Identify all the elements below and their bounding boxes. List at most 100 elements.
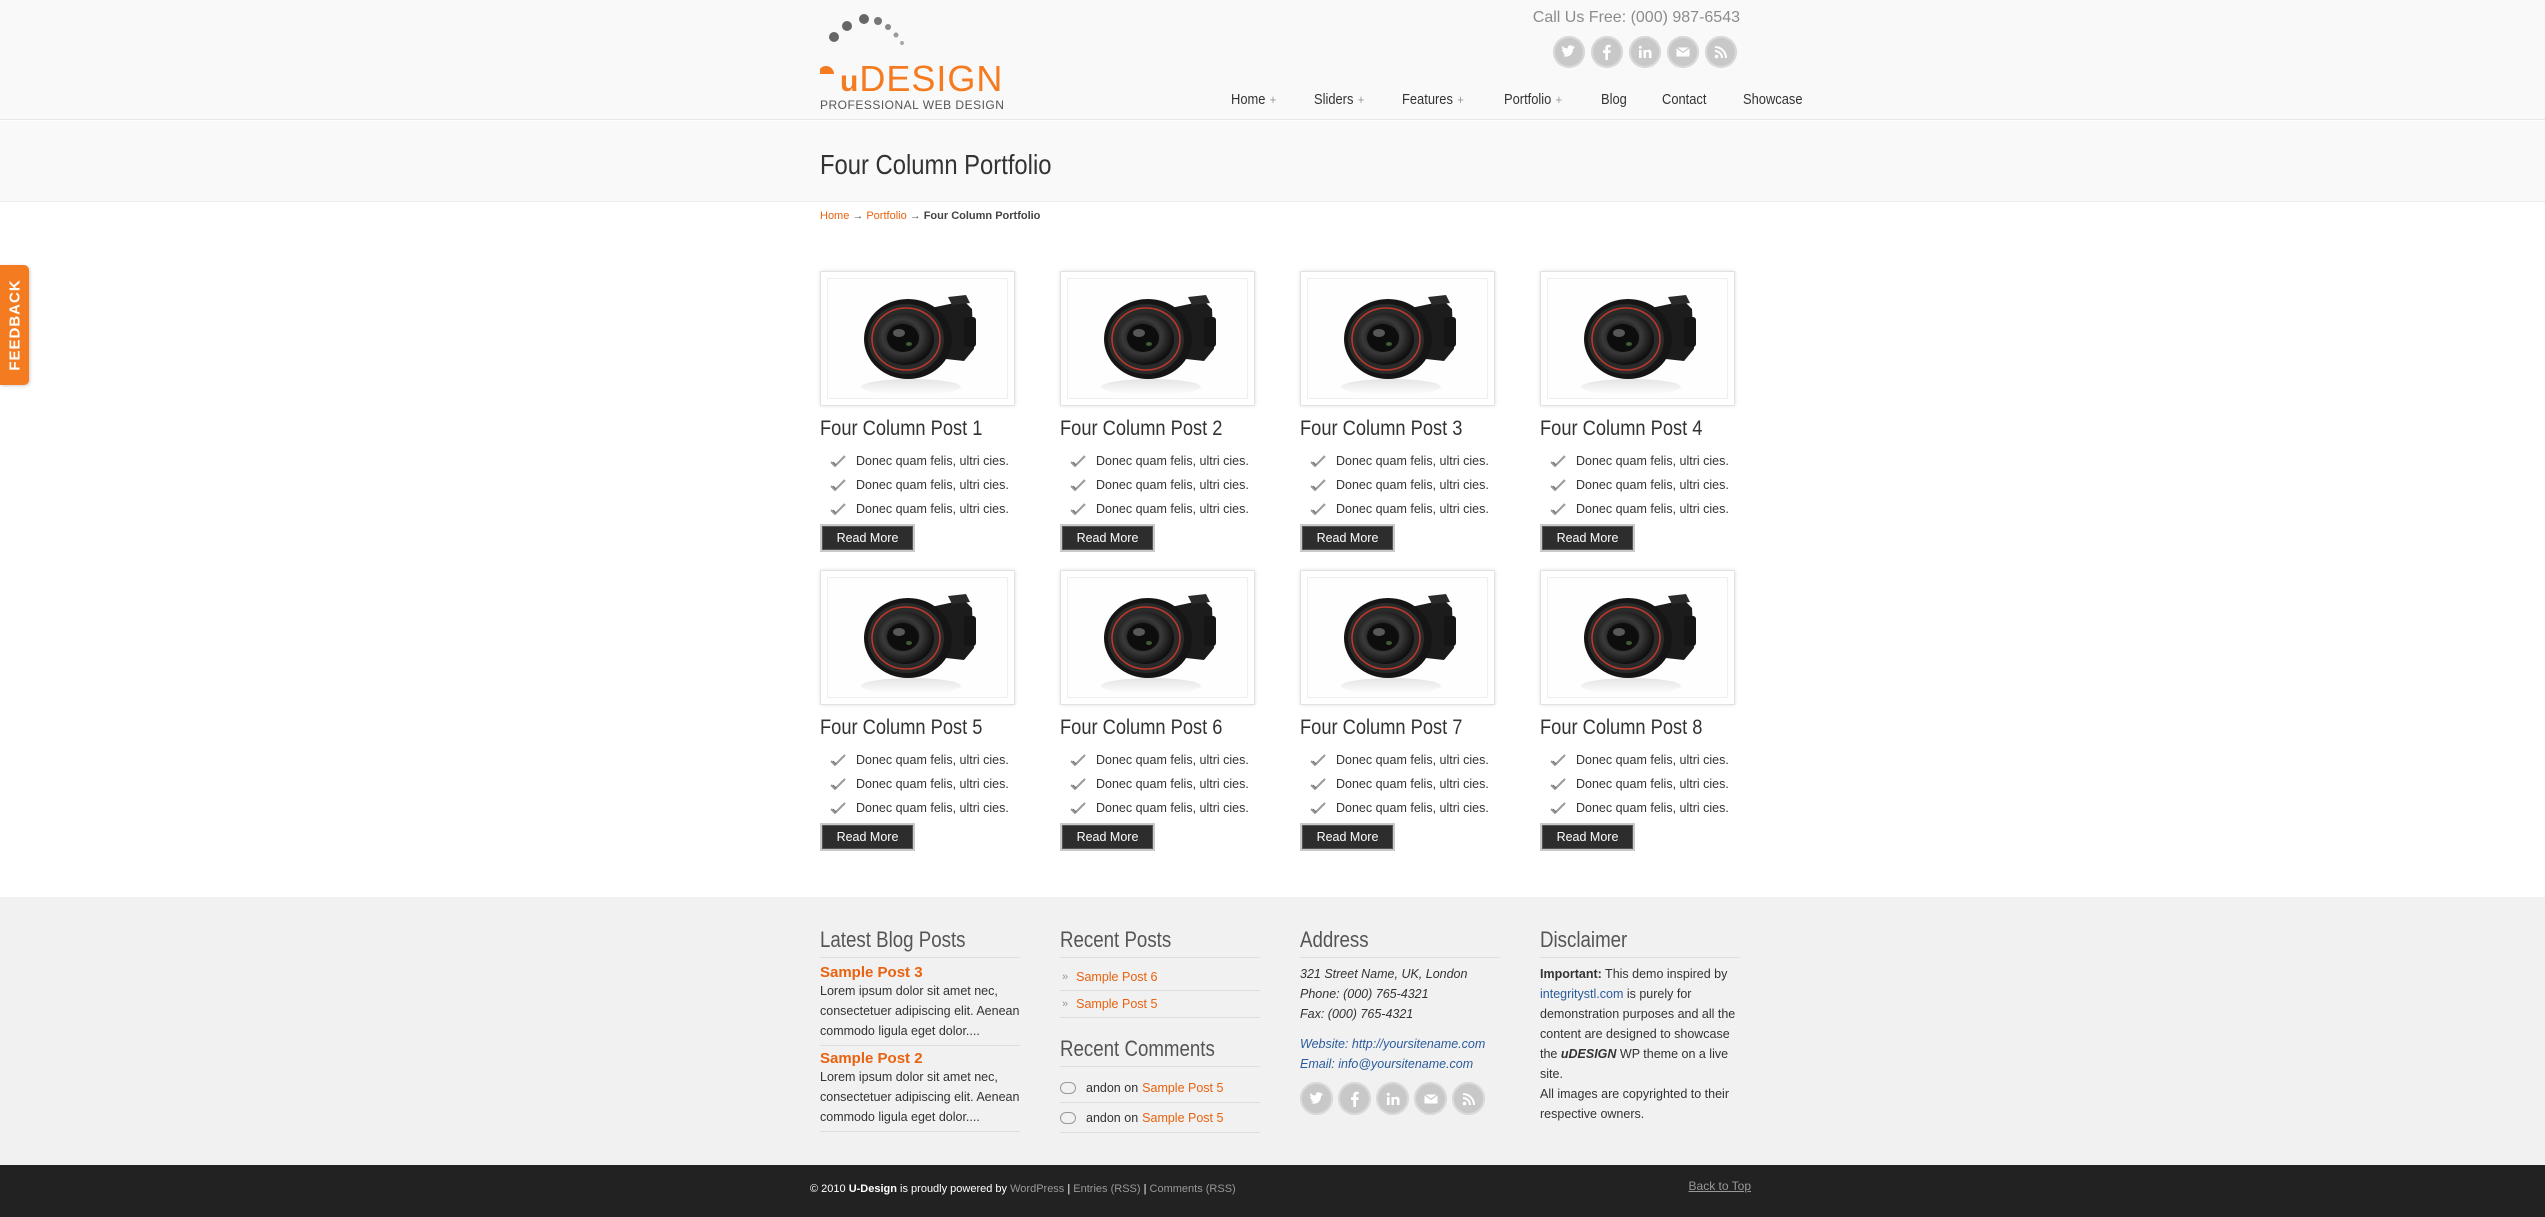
checkmark-icon: [1070, 479, 1086, 492]
checkmark-icon: [830, 802, 846, 815]
breadcrumb-arrow-icon: →: [909, 210, 921, 222]
footer-bottom-bar: © 2010 U-Design is proudly powered by Wo…: [0, 1165, 2545, 1217]
disclaimer-link[interactable]: integritystl.com: [1540, 987, 1623, 1001]
double-arrow-icon: »: [1062, 998, 1069, 1010]
address-website-link[interactable]: Website: http://yoursitename.com: [1300, 1034, 1500, 1054]
email-icon[interactable]: [1414, 1082, 1447, 1115]
bullet-text: Donec quam felis, ultri cies.: [1336, 502, 1489, 516]
bullet-text: Donec quam felis, ultri cies.: [1096, 801, 1249, 815]
portfolio-thumbnail[interactable]: [1540, 271, 1735, 406]
linkedin-icon[interactable]: [1376, 1082, 1409, 1115]
address-fax: Fax: (000) 765-4321: [1300, 1007, 1414, 1021]
blog-post-title-link[interactable]: Sample Post 2: [820, 1050, 1020, 1067]
read-more-button[interactable]: Read More: [1300, 524, 1395, 552]
portfolio-item-title[interactable]: Four Column Post 2: [1060, 417, 1222, 441]
facebook-icon[interactable]: [1338, 1082, 1371, 1115]
nav-item-portfolio[interactable]: Portfolio +: [1504, 91, 1562, 108]
read-more-button[interactable]: Read More: [1540, 524, 1635, 552]
checkmark-icon: [1310, 479, 1326, 492]
portfolio-item-title[interactable]: Four Column Post 3: [1300, 417, 1462, 441]
nav-item-showcase[interactable]: Showcase: [1743, 91, 1803, 108]
nav-item-features[interactable]: Features +: [1402, 91, 1464, 108]
bullet-item: Donec quam felis, ultri cies.: [830, 796, 1009, 820]
checkmark-icon: [1310, 778, 1326, 791]
twitter-icon[interactable]: [1300, 1082, 1333, 1115]
portfolio-thumbnail[interactable]: [1540, 570, 1735, 705]
comment-author: andon: [1086, 1080, 1121, 1095]
twitter-icon[interactable]: [1553, 36, 1585, 68]
nav-item-sliders[interactable]: Sliders +: [1314, 91, 1364, 108]
comment-post-link[interactable]: Sample Post 5: [1142, 1081, 1223, 1095]
portfolio-thumbnail[interactable]: [1300, 570, 1495, 705]
linkedin-icon[interactable]: [1629, 36, 1661, 68]
bullet-text: Donec quam felis, ultri cies.: [1336, 454, 1489, 468]
footer-social-links: [1300, 1082, 1500, 1115]
portfolio-item-title[interactable]: Four Column Post 6: [1060, 716, 1222, 740]
checkmark-icon: [1550, 778, 1566, 791]
copyright-brand: U-Design: [848, 1183, 897, 1195]
recent-comment-item: andon on Sample Post 5: [1060, 1103, 1260, 1133]
checkmark-icon: [1310, 802, 1326, 815]
portfolio-thumbnail[interactable]: [1300, 271, 1495, 406]
email-icon[interactable]: [1667, 36, 1699, 68]
bullet-item: Donec quam felis, ultri cies.: [1550, 796, 1729, 820]
portfolio-item-title[interactable]: Four Column Post 1: [820, 417, 982, 441]
read-more-button[interactable]: Read More: [820, 823, 915, 851]
portfolio-thumbnail[interactable]: [1060, 271, 1255, 406]
breadcrumb-home-link[interactable]: Home: [820, 210, 849, 222]
portfolio-item-title[interactable]: Four Column Post 4: [1540, 417, 1702, 441]
address-street: 321 Street Name, UK, London: [1300, 967, 1468, 981]
checkmark-icon: [1310, 754, 1326, 767]
portfolio-item-title[interactable]: Four Column Post 5: [820, 716, 982, 740]
portfolio-item-bullets: Donec quam felis, ultri cies. Donec quam…: [1550, 748, 1729, 820]
camera-image: [1341, 594, 1456, 694]
bullet-item: Donec quam felis, ultri cies.: [830, 748, 1009, 772]
portfolio-thumbnail[interactable]: [1060, 570, 1255, 705]
nav-item-home[interactable]: Home +: [1231, 91, 1276, 108]
bullet-item: Donec quam felis, ultri cies.: [1550, 449, 1729, 473]
portfolio-thumbnail[interactable]: [820, 570, 1015, 705]
recent-posts-widget: Recent Posts » Sample Post 6 » Sample Post…: [1060, 927, 1260, 1133]
facebook-icon[interactable]: [1591, 36, 1623, 68]
comment-post-link[interactable]: Sample Post 5: [1142, 1111, 1223, 1125]
site-header: uDESIGN PROFESSIONAL WEB DESIGN Call Us …: [0, 0, 2545, 120]
recent-post-item[interactable]: » Sample Post 5: [1060, 991, 1260, 1018]
disclaimer-important-label: Important:: [1540, 967, 1602, 981]
nav-item-blog[interactable]: Blog: [1601, 91, 1627, 108]
page-title-band: Four Column Portfolio: [0, 121, 2545, 202]
rss-icon[interactable]: [1452, 1082, 1485, 1115]
recent-post-link[interactable]: Sample Post 6: [1076, 970, 1157, 984]
bullet-text: Donec quam felis, ultri cies.: [1576, 753, 1729, 767]
comments-rss-link[interactable]: Comments (RSS): [1150, 1183, 1236, 1195]
entries-rss-link[interactable]: Entries (RSS): [1073, 1183, 1140, 1195]
portfolio-item-title[interactable]: Four Column Post 8: [1540, 716, 1702, 740]
breadcrumb-portfolio-link[interactable]: Portfolio: [866, 210, 906, 222]
separator: |: [1140, 1183, 1150, 1195]
nav-label: Blog: [1601, 91, 1628, 108]
feedback-tab[interactable]: FEEDBACK: [0, 265, 29, 385]
checkmark-icon: [1550, 455, 1566, 468]
nav-item-contact[interactable]: Contact: [1662, 91, 1706, 108]
blog-post-title-link[interactable]: Sample Post 3: [820, 964, 1020, 981]
portfolio-item-bullets: Donec quam felis, ultri cies. Donec quam…: [830, 449, 1009, 521]
read-more-button[interactable]: Read More: [1060, 524, 1155, 552]
portfolio-item-bullets: Donec quam felis, ultri cies. Donec quam…: [1310, 748, 1489, 820]
portfolio-thumbnail[interactable]: [820, 271, 1015, 406]
portfolio-item-title[interactable]: Four Column Post 7: [1300, 716, 1462, 740]
logo-u-mark: u: [840, 65, 860, 98]
site-logo[interactable]: uDESIGN PROFESSIONAL WEB DESIGN: [820, 14, 1004, 114]
bullet-item: Donec quam felis, ultri cies.: [1070, 449, 1249, 473]
camera-image: [1341, 295, 1456, 395]
read-more-button[interactable]: Read More: [1060, 823, 1155, 851]
recent-post-item[interactable]: » Sample Post 6: [1060, 964, 1260, 991]
wordpress-link[interactable]: WordPress: [1010, 1183, 1064, 1195]
read-more-button[interactable]: Read More: [1540, 823, 1635, 851]
address-email-link[interactable]: Email: info@yoursitename.com: [1300, 1054, 1500, 1074]
rss-icon[interactable]: [1705, 36, 1737, 68]
checkmark-icon: [1070, 802, 1086, 815]
bullet-item: Donec quam felis, ultri cies.: [830, 449, 1009, 473]
back-to-top-link[interactable]: Back to Top: [1689, 1179, 1751, 1193]
read-more-button[interactable]: Read More: [820, 524, 915, 552]
recent-post-link[interactable]: Sample Post 5: [1076, 997, 1157, 1011]
read-more-button[interactable]: Read More: [1300, 823, 1395, 851]
